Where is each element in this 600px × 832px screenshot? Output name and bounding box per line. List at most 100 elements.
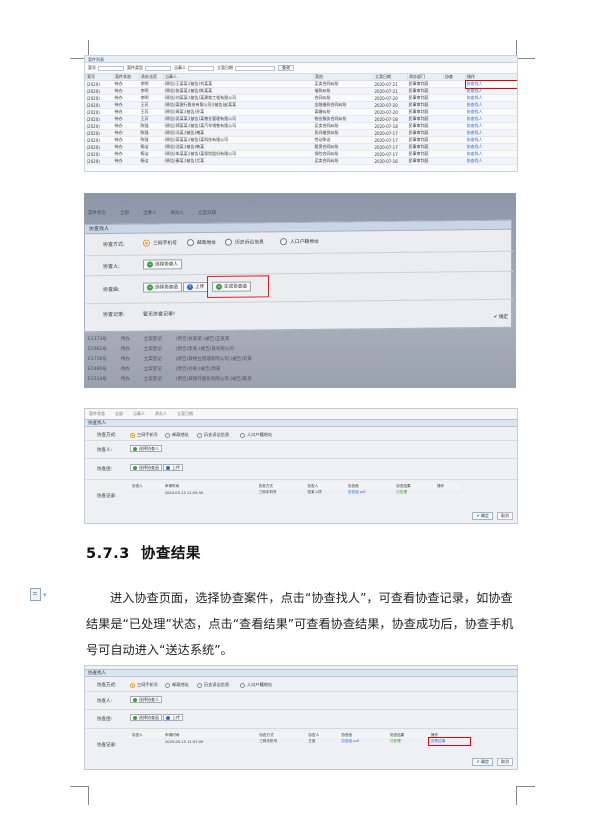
table-cell: 待办 xyxy=(113,87,140,95)
find-person-link[interactable]: 协查找人 xyxy=(465,157,517,165)
find-person-link[interactable]: 协查找人 xyxy=(465,115,517,123)
bg-label: 案件状态 xyxy=(88,210,106,216)
select-person-button[interactable]: + 选择协查人 xyxy=(143,259,182,270)
method-option-phone[interactable]: 三网手机号 xyxy=(143,239,177,247)
table-row[interactable]: (2020) 待办 王芳 (原告)某银行股份有限公司;(被告)赵某某 金融借款合同纠纷 2… xyxy=(85,101,517,109)
table-row[interactable]: (2020) 待办 杨洁 (原告)沈某;(被告)韩某 租赁合同纠纷 2020-07-17 民… xyxy=(85,143,517,151)
doc-link[interactable]: 协查函.pdf xyxy=(339,738,388,745)
select-doc-button[interactable]: 选择协查函 xyxy=(130,464,162,471)
find-person-link[interactable]: 协查找人 xyxy=(465,122,517,130)
table-cell: (2020) xyxy=(85,129,114,137)
method-option-phone[interactable]: 三网手机号 xyxy=(130,432,158,438)
find-person-link[interactable]: 协查找人 xyxy=(465,136,517,144)
find-person-link[interactable]: 协查找人 xyxy=(465,143,517,151)
check-icon: ✔ xyxy=(476,759,480,764)
person-label: 协查人: xyxy=(97,448,113,453)
record-cell: 三网手机号 xyxy=(258,490,277,494)
view-result-link[interactable] xyxy=(435,489,460,496)
find-person-link[interactable]: 协查找人 xyxy=(465,101,517,109)
table-row[interactable]: (2020) 待办 王芳 (原告)周某;(被告)孙某 离婚纠纷 2020-07-20 民事审… xyxy=(85,108,517,116)
find-person-link[interactable]: 协查找人 xyxy=(465,87,517,95)
method-option-history[interactable]: 历史诉讼信息 xyxy=(225,238,264,246)
column-header: 操作 xyxy=(465,73,517,81)
upload-button[interactable]: 上传 xyxy=(163,464,183,471)
doc-link[interactable]: 协查函.pdf xyxy=(346,489,394,496)
method-option-household[interactable]: 人口户籍地址 xyxy=(280,238,319,246)
record-cell: 王某 xyxy=(308,739,316,743)
case-type-select[interactable] xyxy=(145,65,171,71)
document-icon[interactable]: ▾ xyxy=(30,588,47,601)
doc-label: 协查函: xyxy=(103,286,120,294)
case-no-input[interactable] xyxy=(98,65,124,71)
filter-case-no-label: 案号 xyxy=(88,65,96,70)
table-cell: 2020-07-20 xyxy=(373,101,408,109)
bg-case-cell: 待办 xyxy=(120,336,130,342)
table-cell: 民事审判庭 xyxy=(407,150,444,158)
upload-button[interactable]: 上传 xyxy=(163,714,183,721)
find-person-link[interactable]: 协查找人 xyxy=(465,129,517,137)
table-row[interactable]: (2020) 待办 李明 (原告)张某某;(被告)陈某某 借款纠纷 2020-07-21 民… xyxy=(85,87,517,95)
method-option-household[interactable]: 人口户籍地址 xyxy=(240,432,272,438)
plus-icon xyxy=(133,715,137,720)
table-cell: 王芳 xyxy=(139,101,164,109)
table-row[interactable]: (2020) 待办 陈强 (原告)郑某某;(被告)某汽车销售有限公司 买卖合同纠纷 202… xyxy=(85,122,517,130)
table-cell: 物业服务合同纠纷 xyxy=(313,115,374,123)
method-option-household[interactable]: 人口户籍地址 xyxy=(240,682,272,688)
table-row[interactable]: (2020) 待办 李明 (原告)王某某;(被告)刘某某 买卖合同纠纷 2020-07-2… xyxy=(85,79,517,89)
select-doc-button[interactable]: 选择协查函 xyxy=(130,714,162,721)
section-paragraph: 进入协查页面，选择协查案件，点击“协查找人”，可查看协查记录，如协查结果是“已处… xyxy=(86,585,518,663)
table-row[interactable]: (2020) 待办 杨洁 (原告)秦某;(被告)尤某 买卖合同纠纷 2020-07-16 民… xyxy=(85,157,517,165)
ok-button[interactable]: ✔ 确定 xyxy=(472,512,493,520)
bg-case-cell: (原告)孙某;(被告)周某 xyxy=(175,366,221,372)
table-row[interactable]: (2020) 待办 陈强 (原告)蒋某某;(被告)某科技有限公司 劳动争议 2020-07… xyxy=(85,136,517,144)
find-person-link[interactable]: 协查找人 xyxy=(465,108,517,116)
table-cell: 杨洁 xyxy=(139,150,164,158)
select-doc-button[interactable]: + 选择协查函 xyxy=(143,282,182,293)
table-row[interactable]: (2020) 待办 陈强 (原告)冯某;(被告)褚某 民间借贷纠纷 2020-07-17 民… xyxy=(85,129,517,137)
table-row[interactable]: (2020) 待办 李明 (原告)刘某某;(被告)某建筑工程有限公司 合同纠纷 2020-… xyxy=(85,94,517,102)
table-cell: 民事审判庭 xyxy=(407,94,444,102)
crop-mark-bottom-left xyxy=(70,786,89,805)
cancel-button[interactable]: 取消 xyxy=(497,512,513,520)
table-cell: (2020) xyxy=(85,80,114,88)
bg-case-row: E1173号 待办 立案登记 (原告)张某某;(被告)王某某 xyxy=(84,334,516,343)
bg-case-row: E1480号 待办 立案登记 (原告)孙某;(被告)周某 xyxy=(84,364,516,373)
dialog-photo-screenshot: 案件状态 全部 当事人 承办人 立案日期 协查找人 协查方式: 三网手机号 邮政… xyxy=(84,193,516,388)
dialog-title: 协查找人 xyxy=(85,669,517,677)
select-person-button[interactable]: 选择协查人 xyxy=(130,445,162,452)
table-cell xyxy=(443,143,466,151)
bg-case-cell: 立案登记 xyxy=(143,356,162,362)
record-dialog-screenshot: 案件状态 全部 当事人 承办人 立案日期 协查找人 协查方式: 三网手机号 邮政… xyxy=(84,408,518,524)
view-result-link[interactable]: 查看结果 xyxy=(427,737,472,746)
date-range-input[interactable] xyxy=(235,65,275,71)
find-person-link[interactable]: 协查找人 xyxy=(464,79,517,89)
table-cell: (2020) xyxy=(85,94,114,102)
highlight-box xyxy=(207,275,269,298)
ok-button[interactable]: ✔ 确定 xyxy=(472,758,493,766)
table-row[interactable]: (2020) 待办 杨洁 (原告)朱某某;(被告)某保险股份有限公司 保险合同纠纷 202… xyxy=(85,150,517,158)
upload-button[interactable]: ↑ 上传 xyxy=(183,281,209,293)
method-option-phone[interactable]: 三网手机号 xyxy=(130,682,158,688)
doc-label: 协查函: xyxy=(97,717,113,722)
column-header: 案由 xyxy=(313,73,374,81)
cancel-button[interactable]: 取消 xyxy=(497,758,513,766)
record-cell: 张某,1项 xyxy=(307,490,322,494)
plus-icon: + xyxy=(147,261,153,268)
parties-input[interactable] xyxy=(188,65,214,71)
table-row[interactable]: (2020) 待办 王芳 (原告)吴某某;(被告)某物业管理有限公司 物业服务合同纠纷 2… xyxy=(85,115,517,123)
table-cell: 李明 xyxy=(139,80,164,88)
photo-filter-row: 案件状态 全部 当事人 承办人 立案日期 xyxy=(84,208,516,217)
method-option-history[interactable]: 历史诉讼信息 xyxy=(197,682,229,688)
method-option-postal[interactable]: 邮政地址 xyxy=(165,432,189,438)
radio-icon xyxy=(165,432,170,438)
find-person-link[interactable]: 协查找人 xyxy=(465,150,517,158)
ok-button[interactable]: ✔ 确定 xyxy=(494,314,508,320)
query-button[interactable]: 查询 xyxy=(278,65,294,71)
record-cell: 2020-05-15 11:05:30 xyxy=(164,490,204,495)
select-person-button[interactable]: 选择协查人 xyxy=(130,696,162,703)
method-option-postal[interactable]: 邮政地址 xyxy=(165,682,189,688)
method-option-postal[interactable]: 邮政地址 xyxy=(187,239,216,247)
method-option-history[interactable]: 历史诉讼信息 xyxy=(197,432,229,438)
find-person-link[interactable]: 协查找人 xyxy=(465,94,517,102)
table-cell: (2020) xyxy=(85,122,114,130)
